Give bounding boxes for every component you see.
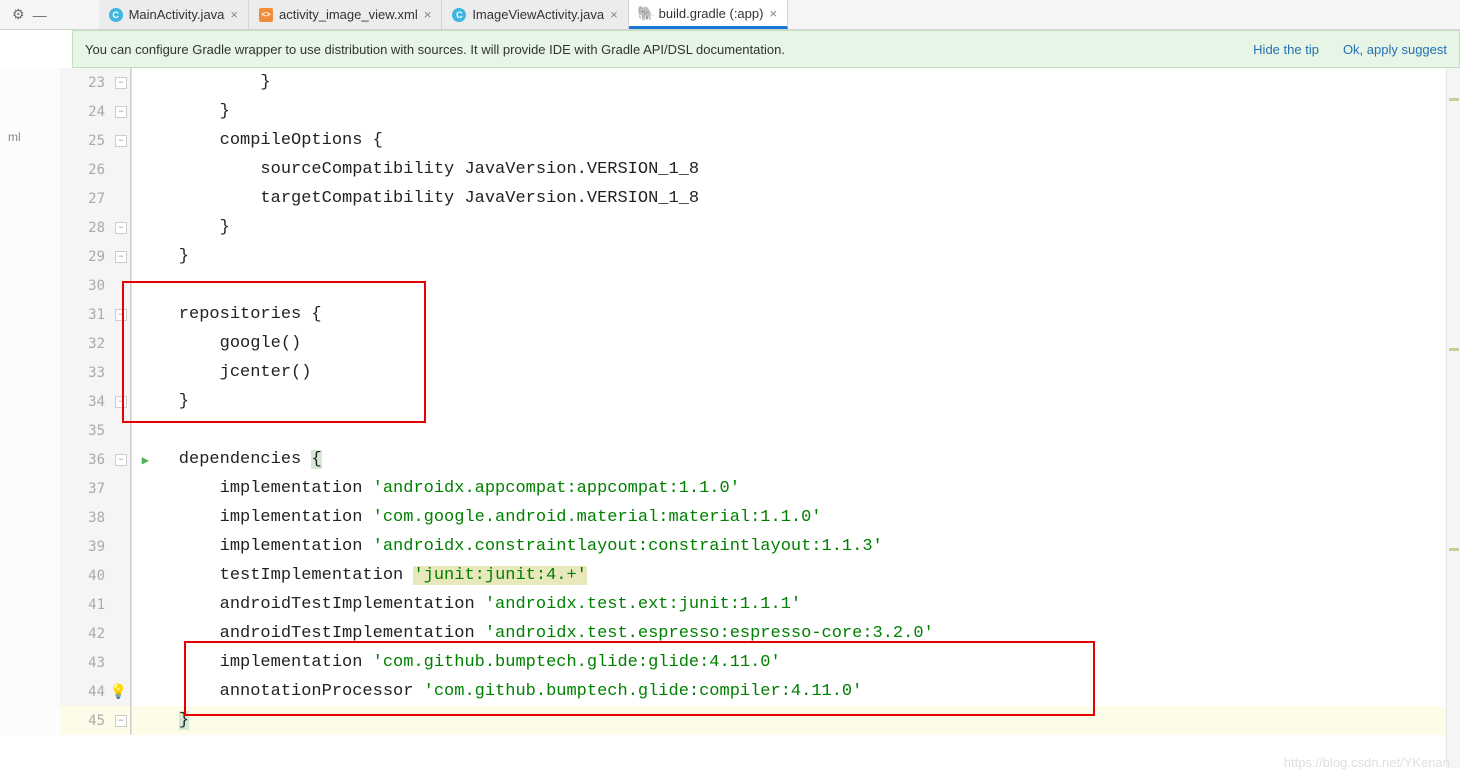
- gradle-file-icon: 🐘: [639, 6, 653, 20]
- code-line[interactable]: androidTestImplementation 'androidx.test…: [132, 590, 1460, 619]
- editor-tabs: C MainActivity.java × <> activity_image_view…: [99, 0, 788, 29]
- xml-file-icon: <>: [259, 8, 273, 22]
- line-number[interactable]: 24−: [60, 97, 131, 126]
- collapse-icon[interactable]: —: [33, 7, 47, 23]
- code-line[interactable]: repositories {: [132, 300, 1460, 329]
- line-number[interactable]: 32: [60, 329, 131, 358]
- gear-icon[interactable]: ⚙: [12, 6, 25, 23]
- code-line[interactable]: }: [132, 68, 1460, 97]
- close-icon[interactable]: ×: [230, 7, 238, 22]
- fold-icon[interactable]: −: [115, 454, 127, 466]
- code-line[interactable]: }: [132, 242, 1460, 271]
- tip-text: You can configure Gradle wrapper to use …: [85, 42, 1253, 57]
- line-number[interactable]: 28−: [60, 213, 131, 242]
- code-line[interactable]: sourceCompatibility JavaVersion.VERSION_…: [132, 155, 1460, 184]
- fold-icon[interactable]: −: [115, 396, 127, 408]
- tab-activity-image-view-xml[interactable]: <> activity_image_view.xml ×: [249, 0, 442, 29]
- gutter[interactable]: 23−24−25−262728−29−3031−323334−3536−▶373…: [60, 68, 132, 735]
- line-number[interactable]: 35: [60, 416, 131, 445]
- line-number[interactable]: 30: [60, 271, 131, 300]
- code-line[interactable]: implementation 'androidx.appcompat:appco…: [132, 474, 1460, 503]
- close-icon[interactable]: ×: [769, 6, 777, 21]
- left-margin-label: ml: [8, 130, 21, 144]
- code-line[interactable]: targetCompatibility JavaVersion.VERSION_…: [132, 184, 1460, 213]
- code-line[interactable]: }: [132, 387, 1460, 416]
- code-line[interactable]: implementation 'com.google.android.mater…: [132, 503, 1460, 532]
- fold-icon[interactable]: −: [115, 222, 127, 234]
- code-line[interactable]: [132, 271, 1460, 300]
- line-number[interactable]: 25−: [60, 126, 131, 155]
- code-line[interactable]: compileOptions {: [132, 126, 1460, 155]
- left-margin: ml: [0, 68, 60, 735]
- line-number[interactable]: 27: [60, 184, 131, 213]
- line-number[interactable]: 37: [60, 474, 131, 503]
- line-number[interactable]: 40: [60, 561, 131, 590]
- code-line[interactable]: implementation 'androidx.constraintlayou…: [132, 532, 1460, 561]
- code-line[interactable]: google(): [132, 329, 1460, 358]
- line-number[interactable]: 34−: [60, 387, 131, 416]
- tab-label: activity_image_view.xml: [279, 7, 418, 22]
- intention-bulb-icon[interactable]: 💡: [110, 684, 127, 700]
- tab-imageviewactivity-java[interactable]: C ImageViewActivity.java ×: [442, 0, 628, 29]
- strip-mark: [1449, 98, 1459, 101]
- code-line[interactable]: }: [132, 97, 1460, 126]
- fold-guide: [130, 68, 131, 735]
- tab-label: ImageViewActivity.java: [472, 7, 604, 22]
- fold-icon[interactable]: −: [115, 106, 127, 118]
- line-number[interactable]: 26: [60, 155, 131, 184]
- strip-mark: [1449, 548, 1459, 551]
- code-line[interactable]: androidTestImplementation 'androidx.test…: [132, 619, 1460, 648]
- code-line[interactable]: implementation 'com.github.bumptech.glid…: [132, 648, 1460, 677]
- line-number[interactable]: 38: [60, 503, 131, 532]
- close-icon[interactable]: ×: [424, 7, 432, 22]
- java-file-icon: C: [452, 8, 466, 22]
- code-line[interactable]: testImplementation 'junit:junit:4.+': [132, 561, 1460, 590]
- line-number[interactable]: 44💡: [60, 677, 131, 706]
- line-number[interactable]: 33: [60, 358, 131, 387]
- line-number[interactable]: 23−: [60, 68, 131, 97]
- line-number[interactable]: 43: [60, 648, 131, 677]
- tab-label: MainActivity.java: [129, 7, 225, 22]
- top-icons: ⚙ —: [0, 6, 59, 23]
- line-number[interactable]: 39: [60, 532, 131, 561]
- fold-icon[interactable]: −: [115, 251, 127, 263]
- line-number[interactable]: 41: [60, 590, 131, 619]
- tip-banner: You can configure Gradle wrapper to use …: [72, 30, 1460, 68]
- line-number[interactable]: 31−: [60, 300, 131, 329]
- code-area[interactable]: } } compileOptions { sourceCompatibility…: [132, 68, 1460, 735]
- fold-icon[interactable]: −: [115, 309, 127, 321]
- watermark: https://blog.csdn.net/YKenan: [1284, 755, 1450, 770]
- line-number[interactable]: 36−▶: [60, 445, 131, 474]
- code-line[interactable]: dependencies {: [132, 445, 1460, 474]
- code-line[interactable]: jcenter(): [132, 358, 1460, 387]
- hide-tip-link[interactable]: Hide the tip: [1253, 42, 1319, 57]
- fold-icon[interactable]: −: [115, 715, 127, 727]
- tab-label: build.gradle (:app): [659, 6, 764, 21]
- editor: ml 23−24−25−262728−29−3031−323334−3536−▶…: [0, 68, 1460, 735]
- apply-tip-link[interactable]: Ok, apply suggest: [1343, 42, 1447, 57]
- tab-mainactivity-java[interactable]: C MainActivity.java ×: [99, 0, 249, 29]
- strip-mark: [1449, 348, 1459, 351]
- code-line[interactable]: [132, 416, 1460, 445]
- code-line[interactable]: }: [132, 213, 1460, 242]
- tab-build-gradle-app-[interactable]: 🐘 build.gradle (:app) ×: [629, 0, 788, 29]
- line-number[interactable]: 29−: [60, 242, 131, 271]
- tip-actions: Hide the tip Ok, apply suggest: [1253, 42, 1447, 57]
- tab-bar: ⚙ — C MainActivity.java × <> activity_image_…: [0, 0, 1460, 30]
- right-overview-strip[interactable]: [1446, 68, 1460, 768]
- fold-icon[interactable]: −: [115, 135, 127, 147]
- code-line[interactable]: }: [132, 706, 1460, 735]
- line-number[interactable]: 45−: [60, 706, 131, 735]
- line-number[interactable]: 42: [60, 619, 131, 648]
- close-icon[interactable]: ×: [610, 7, 618, 22]
- fold-icon[interactable]: −: [115, 77, 127, 89]
- code-line[interactable]: annotationProcessor 'com.github.bumptech…: [132, 677, 1460, 706]
- java-file-icon: C: [109, 8, 123, 22]
